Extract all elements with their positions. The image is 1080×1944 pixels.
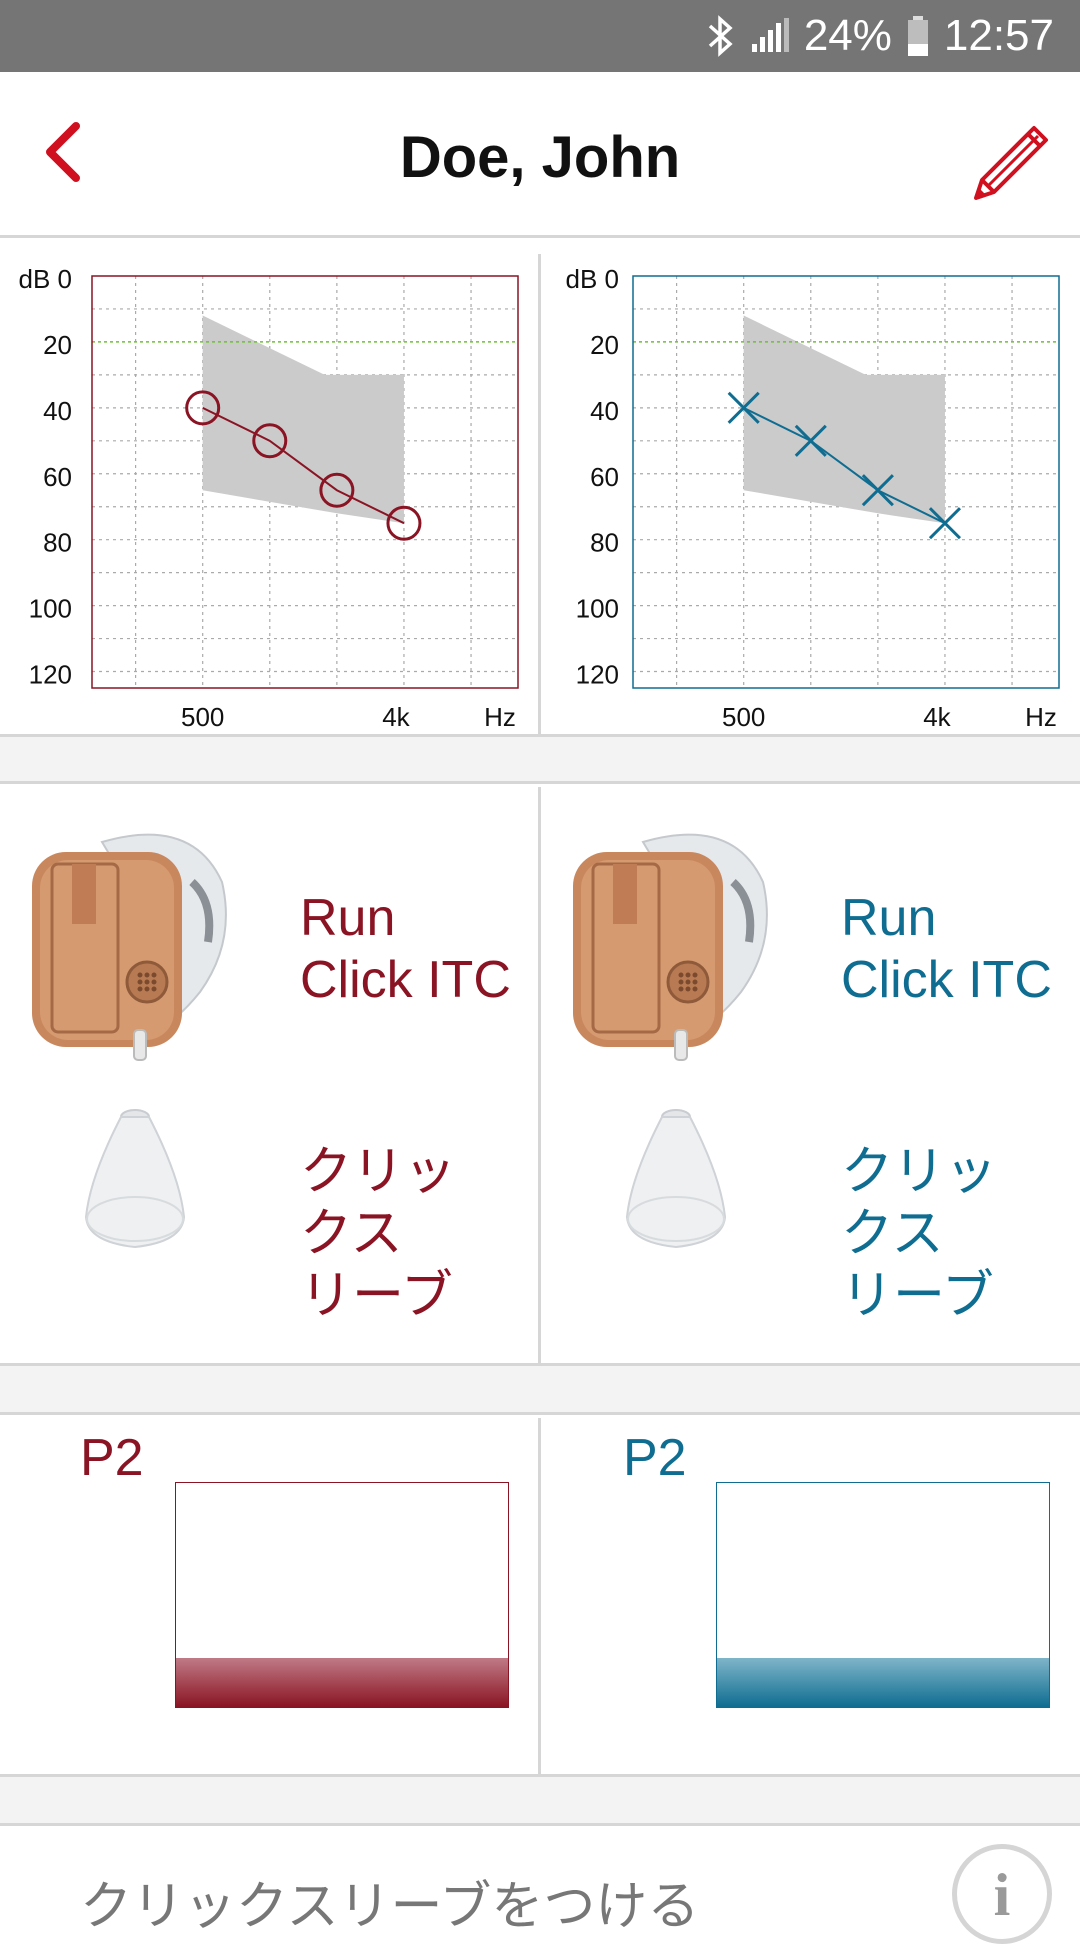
- status-icons: 24% 12:57: [706, 0, 1054, 72]
- pencil-icon: [974, 126, 1048, 200]
- edit-button[interactable]: [968, 116, 1058, 206]
- section-gap: [0, 1774, 1080, 1826]
- itc-hearing-aid-image: [573, 833, 768, 1061]
- status-bar: 24% 12:57: [0, 0, 1080, 72]
- model-line-2: Click ITC: [841, 951, 1052, 1009]
- info-icon[interactable]: i: [952, 1844, 1052, 1944]
- audiogram-section: dB 0 20 40 60 80 100 120 500 4k Hz dB 0 20 40 60 80 10…: [0, 254, 1080, 734]
- right-program-card[interactable]: P2: [541, 1418, 1080, 1774]
- right-sleeve-label: クリッ クス リーブ: [841, 1141, 997, 1327]
- y-tick-label: 20: [43, 330, 72, 360]
- x-tick-label: Hz: [1025, 702, 1057, 732]
- y-tick-label: 100: [29, 594, 72, 624]
- sleeve-line-1: クリッ: [841, 1143, 998, 1201]
- right-hearing-aid-card[interactable]: Run Click ITC クリッ クス リーブ: [541, 787, 1080, 1363]
- x-tick-label: 4k: [382, 702, 410, 732]
- sleeve-line-1: クリッ: [300, 1143, 457, 1201]
- left-volume-level: [176, 1657, 508, 1707]
- left-sleeve-label: クリッ クス リーブ: [300, 1141, 456, 1327]
- section-gap: [0, 1363, 1080, 1415]
- bluetooth-icon: [708, 15, 733, 57]
- audiogram-left[interactable]: dB 0 20 40 60 80 100 120 500 4k Hz: [0, 254, 538, 734]
- y-tick-label: 80: [43, 528, 72, 558]
- itc-hearing-aid-image: [32, 833, 227, 1061]
- left-hearing-aid-card[interactable]: Run Click ITC クリッ クス リーブ: [0, 787, 538, 1363]
- y-tick-label: 120: [576, 660, 619, 690]
- y-tick-label: 20: [590, 330, 619, 360]
- x-tick-label: 500: [181, 702, 224, 732]
- x-tick-label: Hz: [484, 702, 516, 732]
- x-tick-label: 500: [722, 702, 765, 732]
- right-volume-indicator: [716, 1482, 1050, 1708]
- left-program-card[interactable]: P2: [0, 1418, 538, 1774]
- app-bar: Doe, John: [0, 72, 1080, 238]
- y-tick-label: 60: [43, 462, 72, 492]
- y-tick-label: 120: [29, 660, 72, 690]
- sleeve-line-2: クス: [300, 1205, 403, 1263]
- devices-section: Run Click ITC クリッ クス リーブ Run Click ITC ク…: [0, 787, 1080, 1363]
- left-volume-indicator: [175, 1482, 509, 1708]
- model-line-1: Run: [841, 889, 937, 947]
- model-line-2: Click ITC: [300, 951, 511, 1009]
- y-tick-label: dB 0: [566, 264, 620, 294]
- sleeve-line-3: リーブ: [841, 1267, 994, 1325]
- x-tick-label: 4k: [923, 702, 951, 732]
- battery-icon: [907, 16, 928, 56]
- y-tick-label: dB 0: [19, 264, 73, 294]
- section-gap: [0, 734, 1080, 784]
- y-tick-label: 100: [576, 594, 619, 624]
- clock: 12:57: [943, 11, 1054, 60]
- battery-percent: 24%: [803, 11, 892, 60]
- sleeve-line-2: クス: [841, 1205, 944, 1263]
- signal-icon: [751, 18, 789, 52]
- sleeve-line-3: リーブ: [300, 1267, 453, 1325]
- audiogram-right[interactable]: dB 0 20 40 60 80 100 120 500 4k Hz: [541, 254, 1080, 734]
- right-program-label: P2: [623, 1429, 687, 1487]
- model-line-1: Run: [300, 889, 396, 947]
- right-model-label: Run Click ITC: [841, 887, 1052, 1011]
- y-tick-label: 40: [43, 396, 72, 426]
- left-program-label: P2: [80, 1429, 144, 1487]
- instruction-text: クリックスリーブをつける: [80, 1878, 700, 1936]
- click-sleeve-image: [625, 1109, 727, 1249]
- y-tick-label: 40: [590, 396, 619, 426]
- y-tick-label: 60: [590, 462, 619, 492]
- right-volume-level: [717, 1657, 1049, 1707]
- left-model-label: Run Click ITC: [300, 887, 511, 1011]
- program-section: P2 P2: [0, 1418, 1080, 1774]
- y-tick-label: 80: [590, 528, 619, 558]
- click-sleeve-image: [84, 1109, 186, 1249]
- instruction-bar: クリックスリーブをつける: [0, 1826, 1080, 1936]
- page-title: Doe, John: [399, 125, 681, 190]
